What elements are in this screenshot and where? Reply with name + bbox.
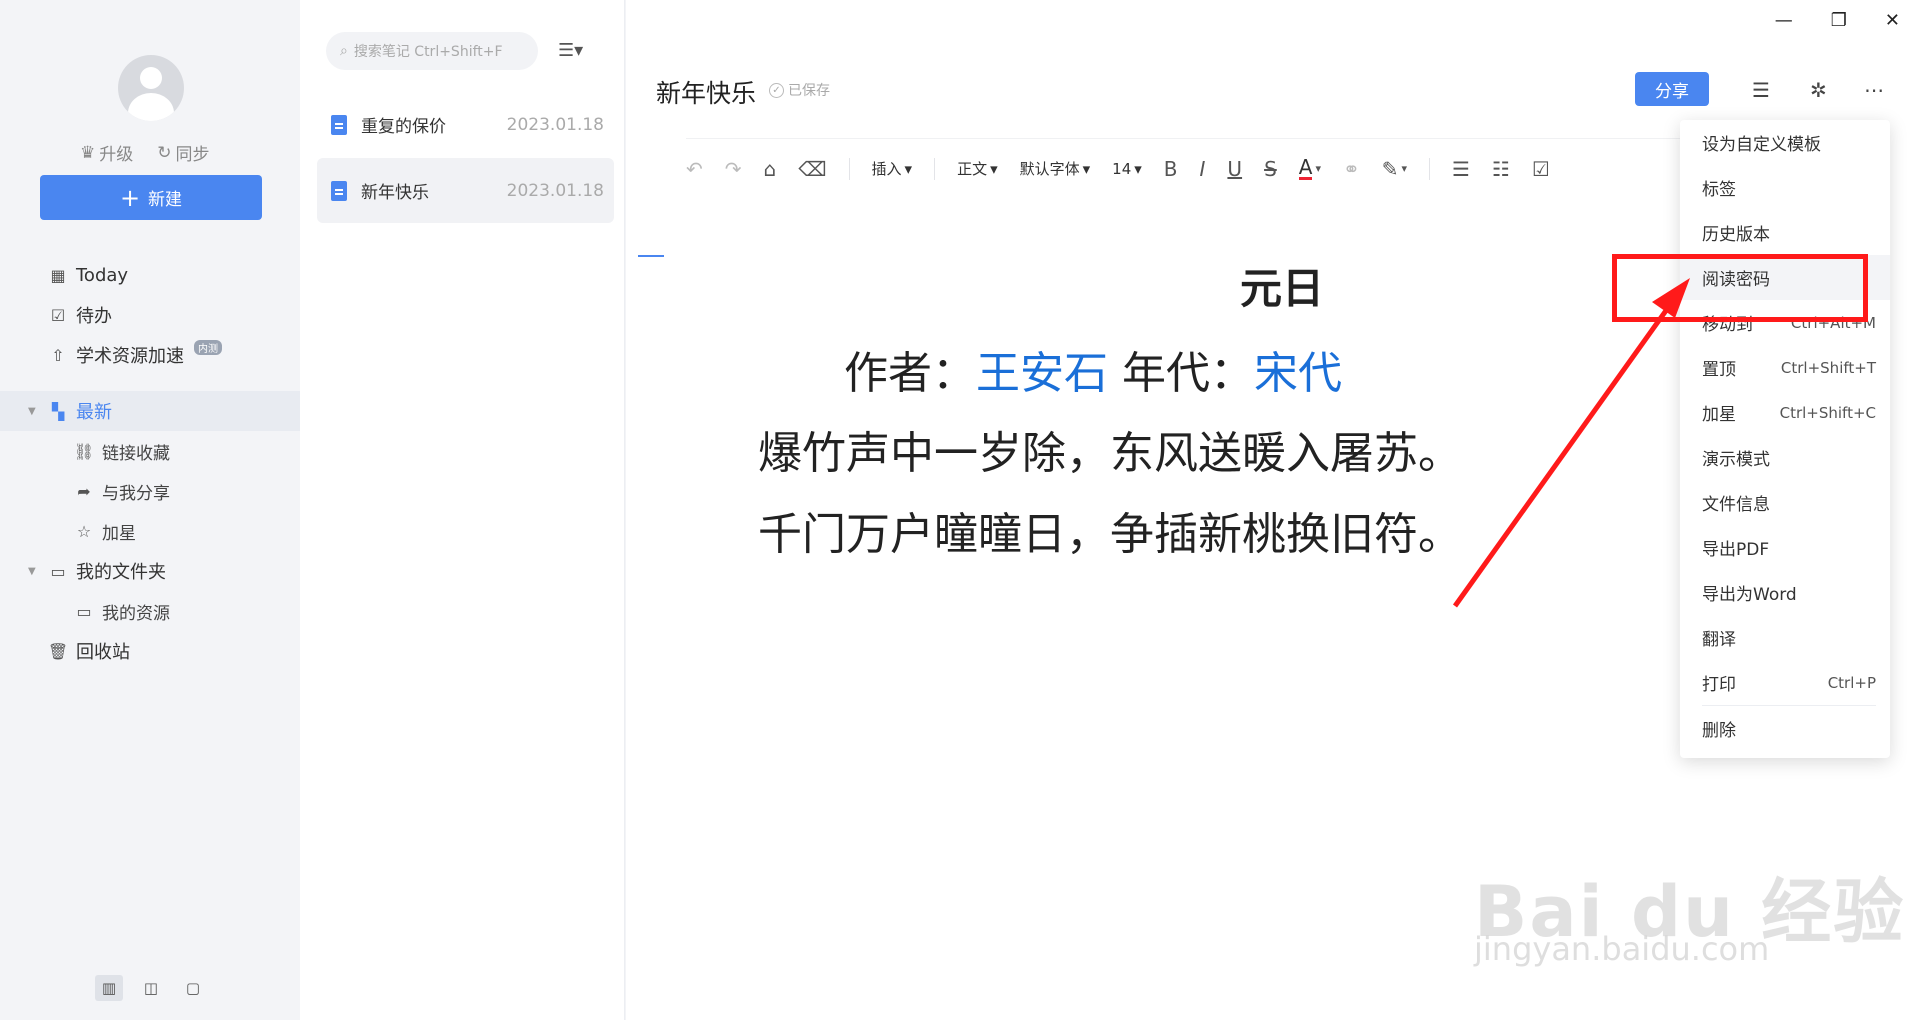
menu-item-pin[interactable]: 置顶 Ctrl+Shift+T bbox=[1702, 345, 1876, 390]
sidebar-item-my-resources[interactable]: ▭ 我的资源 bbox=[0, 591, 300, 631]
refresh-icon: ↻ bbox=[157, 142, 172, 163]
minimize-icon[interactable]: — bbox=[1775, 10, 1793, 31]
window-controls: — ❐ ✕ bbox=[1775, 10, 1900, 31]
sidebar-item-links[interactable]: ⛓ 链接收藏 bbox=[0, 431, 300, 471]
watermark-url: jingyan.baidu.com bbox=[1474, 930, 1770, 968]
trash-icon: 🗑 bbox=[47, 641, 69, 661]
sidebar-item-academic[interactable]: ⇧ 学术资源加速 内测 bbox=[0, 335, 300, 375]
sidebar-item-latest[interactable]: ▼ ▚ 最新 bbox=[0, 391, 300, 431]
underline-icon[interactable]: U bbox=[1227, 157, 1242, 181]
new-note-button[interactable]: + 新建 bbox=[40, 175, 262, 220]
poem-title: 元日 bbox=[1240, 264, 1325, 313]
sidebar-item-starred[interactable]: ☆ 加星 bbox=[0, 511, 300, 551]
more-options-menu: 设为自定义模板 标签 历史版本 阅读密码 移动到 Ctrl+Alt+M 置顶 Ctr… bbox=[1680, 120, 1890, 758]
bold-icon[interactable]: B bbox=[1164, 157, 1178, 181]
paragraph-style-dropdown[interactable]: 正文 ▾ bbox=[957, 158, 998, 179]
note-list: ⌕ 搜索笔记 Ctrl+Shift+F ☰▾ 重复的保价 2023.01.18 … bbox=[300, 0, 625, 1020]
font-family-dropdown[interactable]: 默认字体 ▾ bbox=[1020, 158, 1091, 179]
poem-author-line: 作者：王安石 年代：宋代 bbox=[844, 348, 1342, 399]
bullet-list-icon[interactable]: ☰ bbox=[1452, 157, 1470, 181]
undo-icon[interactable]: ↶ bbox=[686, 157, 703, 181]
list-item[interactable]: 重复的保价 2023.01.18 bbox=[317, 92, 614, 157]
grid-icon: ▚ bbox=[51, 401, 65, 421]
two-column-view-icon[interactable]: ◫ bbox=[137, 975, 165, 1001]
insert-dropdown[interactable]: 插入 ▾ bbox=[872, 158, 913, 179]
eraser-icon[interactable]: ⌫ bbox=[798, 157, 826, 181]
menu-item-set-template[interactable]: 设为自定义模板 bbox=[1702, 120, 1876, 165]
strikethrough-icon[interactable]: S bbox=[1264, 157, 1277, 181]
font-size-dropdown[interactable]: 14 ▾ bbox=[1112, 160, 1142, 178]
sidebar-item-my-folder[interactable]: ▼ ▭ 我的文件夹 bbox=[0, 551, 300, 591]
share-icon: ➦ bbox=[77, 481, 91, 501]
chevron-down-icon[interactable]: ▼ bbox=[28, 406, 36, 417]
plus-icon: + bbox=[119, 183, 141, 212]
folder-icon: ▭ bbox=[76, 601, 92, 621]
beta-badge: 内测 bbox=[194, 339, 222, 355]
list-item[interactable]: 新年快乐 2023.01.18 bbox=[317, 158, 614, 223]
search-input[interactable]: ⌕ 搜索笔记 Ctrl+Shift+F bbox=[326, 32, 538, 70]
menu-item-delete[interactable]: 删除 bbox=[1702, 706, 1876, 751]
search-icon: ⌕ bbox=[340, 43, 348, 59]
folder-icon: ▭ bbox=[50, 561, 66, 581]
avatar[interactable] bbox=[118, 55, 184, 121]
document-title[interactable]: 新年快乐 bbox=[656, 74, 756, 110]
task-list-icon[interactable]: ☑ bbox=[1532, 157, 1550, 181]
star-icon: ☆ bbox=[76, 521, 92, 541]
menu-item-star[interactable]: 加星 Ctrl+Shift+C bbox=[1702, 390, 1876, 435]
font-color-icon[interactable]: A ▾ bbox=[1298, 157, 1321, 180]
poem-line-1: 爆竹声中一岁除，东风送暖入屠苏。 bbox=[758, 428, 1462, 479]
author-link[interactable]: 王安石 bbox=[976, 348, 1108, 399]
text-cursor bbox=[638, 255, 664, 257]
three-column-view-icon[interactable]: ▥ bbox=[95, 975, 123, 1001]
more-icon[interactable]: ⋯ bbox=[1864, 78, 1884, 102]
chevron-down-icon[interactable]: ▼ bbox=[28, 566, 36, 577]
crown-icon: ♛ bbox=[80, 142, 96, 163]
sync-button[interactable]: ↻ 同步 bbox=[157, 140, 209, 166]
document-icon bbox=[331, 180, 347, 201]
menu-item-presentation[interactable]: 演示模式 bbox=[1702, 435, 1876, 480]
menu-item-tags[interactable]: 标签 bbox=[1702, 165, 1876, 210]
menu-item-export-pdf[interactable]: 导出PDF bbox=[1702, 525, 1876, 570]
rocket-icon: ⇧ bbox=[51, 345, 65, 365]
sidebar-item-todo[interactable]: ☑ 待办 bbox=[0, 295, 300, 335]
format-painter-icon[interactable]: ⌂ bbox=[764, 157, 777, 181]
menu-item-export-word[interactable]: 导出为Word bbox=[1702, 570, 1876, 615]
annotation-highlight-box bbox=[1612, 254, 1868, 322]
sidebar-nav: ▦ Today ☑ 待办 ⇧ 学术资源加速 内测 ▼ ▚ 最新 ⛓ 链接收藏 ➦… bbox=[0, 255, 300, 671]
sidebar-item-today[interactable]: ▦ Today bbox=[0, 255, 300, 295]
sidebar-item-trash[interactable]: 🗑 回收站 bbox=[0, 631, 300, 671]
menu-item-print[interactable]: 打印 Ctrl+P bbox=[1702, 660, 1876, 705]
highlight-icon[interactable]: ✎ ▾ bbox=[1382, 157, 1407, 181]
share-button[interactable]: 分享 bbox=[1635, 72, 1709, 106]
link-icon: ⛓ bbox=[73, 441, 95, 461]
poem-line-2: 千门万户曈曈日，争插新桃换旧符。 bbox=[758, 509, 1462, 560]
era-link[interactable]: 宋代 bbox=[1254, 348, 1342, 399]
check-icon: ✓ bbox=[769, 82, 784, 98]
calendar-icon: ▦ bbox=[50, 265, 66, 285]
numbered-list-icon[interactable]: ☷ bbox=[1492, 157, 1510, 181]
document-icon bbox=[331, 114, 347, 135]
close-icon[interactable]: ✕ bbox=[1885, 10, 1900, 31]
format-toolbar: ↶ ↷ ⌂ ⌫ 插入 ▾ 正文 ▾ 默认字体 ▾ 14 ▾ B I U S A ▾ ⚭ ✎… bbox=[686, 138, 1806, 198]
sidebar-item-shared[interactable]: ➦ 与我分享 bbox=[0, 471, 300, 511]
link-icon[interactable]: ⚭ bbox=[1343, 157, 1360, 181]
saved-status: ✓ 已保存 bbox=[769, 80, 830, 100]
outline-search-icon[interactable]: ☰ bbox=[1752, 78, 1770, 102]
single-view-icon[interactable]: ▢ bbox=[179, 975, 207, 1001]
checkbox-icon: ☑ bbox=[50, 305, 66, 325]
sidebar: ♛ 升级 ↻ 同步 + 新建 ▦ Today ☑ 待办 ⇧ 学术资源加速 内测 ▼ … bbox=[0, 0, 300, 1020]
italic-icon[interactable]: I bbox=[1200, 157, 1206, 181]
redo-icon[interactable]: ↷ bbox=[725, 157, 742, 181]
view-switcher: ▥ ◫ ▢ bbox=[95, 975, 207, 1001]
restore-icon[interactable]: ❐ bbox=[1831, 10, 1847, 31]
menu-item-file-info[interactable]: 文件信息 bbox=[1702, 480, 1876, 525]
upgrade-button[interactable]: ♛ 升级 bbox=[80, 140, 133, 166]
mindmap-icon[interactable]: ✲ bbox=[1810, 78, 1827, 102]
menu-item-translate[interactable]: 翻译 bbox=[1702, 615, 1876, 660]
menu-item-history[interactable]: 历史版本 bbox=[1702, 210, 1876, 255]
sort-icon[interactable]: ☰▾ bbox=[558, 40, 583, 61]
account-row: ♛ 升级 ↻ 同步 bbox=[80, 140, 210, 166]
